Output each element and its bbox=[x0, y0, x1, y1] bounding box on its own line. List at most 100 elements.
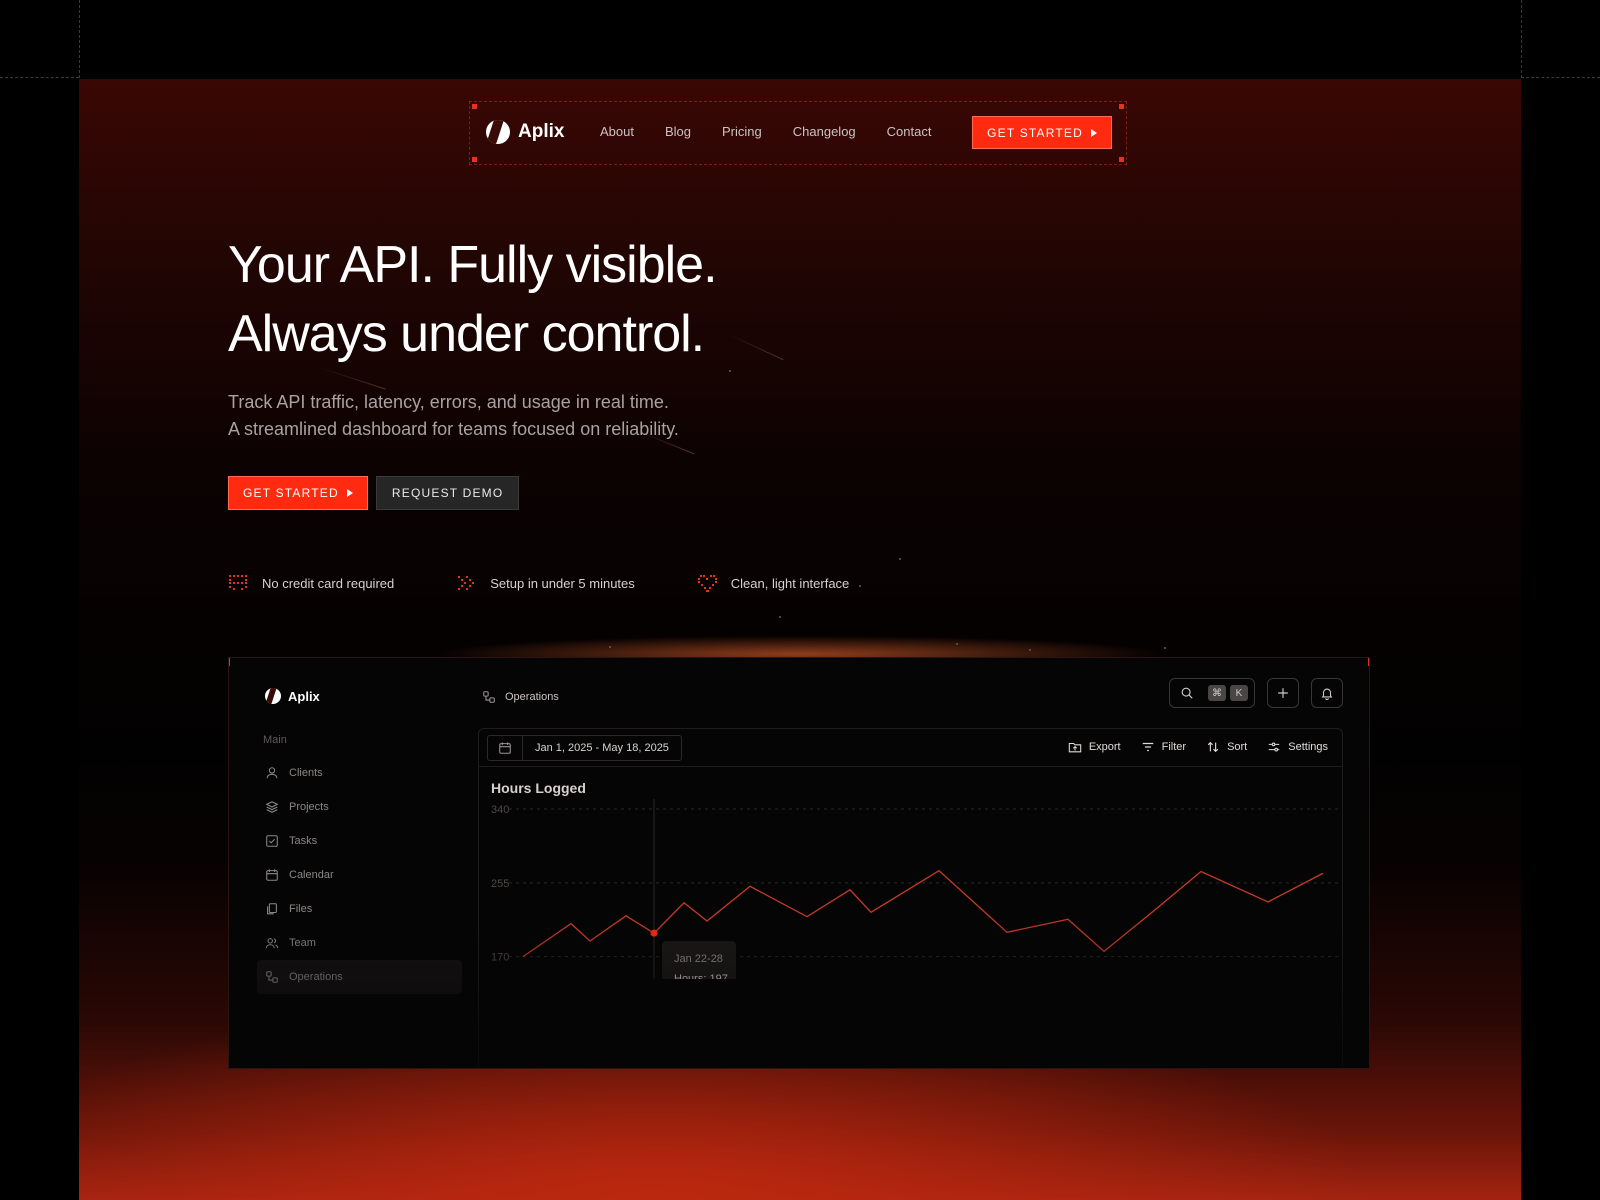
shortcut-key: ⌘ bbox=[1208, 685, 1226, 701]
brand-name: Aplix bbox=[518, 121, 565, 142]
landing-page: Aplix About Blog Pricing Changelog Conta… bbox=[79, 79, 1521, 1200]
hero-subtitle: Track API traffic, latency, errors, and … bbox=[228, 389, 679, 443]
decor-star bbox=[1029, 649, 1031, 651]
sidebar-item-files[interactable]: Files bbox=[257, 892, 462, 926]
chart-panel: Jan 1, 2025 - May 18, 2025 Export Filter bbox=[478, 728, 1343, 1068]
feature-item: No credit card required bbox=[228, 572, 394, 594]
tooltip-title: Jan 22-28 bbox=[674, 953, 723, 965]
layers-icon bbox=[265, 801, 279, 813]
panel-tools: Export Filter Sort Settings bbox=[1068, 740, 1328, 754]
brand-logo[interactable]: Aplix bbox=[486, 120, 564, 144]
sidebar-item-team[interactable]: Team bbox=[257, 926, 462, 960]
aplix-logo-icon bbox=[265, 688, 281, 704]
calendar-icon bbox=[499, 742, 511, 754]
sidebar-item-label: Calendar bbox=[289, 869, 334, 881]
hero-title-line: Always under control. bbox=[228, 305, 705, 363]
date-range-picker[interactable]: Jan 1, 2025 - May 18, 2025 bbox=[487, 735, 682, 761]
play-arrow-icon bbox=[346, 489, 353, 497]
hero-subtitle-line: A streamlined dashboard for teams focuse… bbox=[228, 419, 679, 439]
decor-star bbox=[956, 643, 958, 645]
top-actions: ⌘ K bbox=[1169, 678, 1343, 708]
button-label: REQUEST DEMO bbox=[391, 486, 504, 500]
bell-icon bbox=[1321, 688, 1333, 700]
export-label: Export bbox=[1088, 741, 1121, 753]
top-navbar: Aplix About Blog Pricing Changelog Conta… bbox=[469, 101, 1127, 165]
nav-get-started-button[interactable]: GET STARTED bbox=[972, 116, 1112, 149]
operations-icon bbox=[266, 971, 278, 983]
nav-link-about[interactable]: About bbox=[600, 124, 634, 139]
feature-item: Clean, light interface bbox=[697, 572, 850, 594]
hero-cta-group: GET STARTED REQUEST DEMO bbox=[228, 476, 520, 510]
nav-links: About Blog Pricing Changelog Contact bbox=[600, 124, 931, 139]
y-tick-label: 255 bbox=[491, 878, 509, 890]
hero-title-line: Your API. Fully visible. bbox=[228, 236, 718, 294]
sidebar-item-label: Projects bbox=[289, 801, 329, 813]
sidebar-item-projects[interactable]: Projects bbox=[257, 790, 462, 824]
sort-label: Sort bbox=[1227, 741, 1248, 753]
data-point bbox=[650, 929, 658, 937]
corner-marker bbox=[472, 104, 477, 109]
sliders-icon bbox=[1269, 742, 1280, 752]
button-label: GET STARTED bbox=[987, 125, 1083, 140]
sidebar-section-label: Main bbox=[263, 734, 287, 746]
sidebar-item-label: Operations bbox=[289, 971, 343, 983]
sidebar-item-label: Clients bbox=[289, 767, 323, 779]
sort-button[interactable]: Sort bbox=[1206, 740, 1247, 754]
decor-star bbox=[779, 616, 781, 618]
sidebar-item-label: Tasks bbox=[289, 835, 318, 847]
decor-star bbox=[609, 646, 611, 648]
settings-button[interactable]: Settings bbox=[1267, 740, 1328, 754]
fast-forward-icon bbox=[458, 576, 475, 590]
guide-line bbox=[1521, 0, 1522, 78]
filter-button[interactable]: Filter bbox=[1141, 740, 1186, 754]
sidebar-item-tasks[interactable]: Tasks bbox=[257, 824, 462, 858]
sidebar-nav: Clients Projects Tasks Calendar Files Te… bbox=[257, 756, 462, 994]
breadcrumb-label: Operations bbox=[505, 691, 559, 703]
sidebar-item-label: Team bbox=[289, 937, 316, 949]
feature-label: No credit card required bbox=[262, 575, 395, 591]
shortcut-key: K bbox=[1230, 685, 1248, 701]
nav-link-pricing[interactable]: Pricing bbox=[722, 124, 762, 139]
sidebar-item-label: Files bbox=[289, 903, 313, 915]
export-button[interactable]: Export bbox=[1068, 740, 1121, 754]
notifications-button[interactable] bbox=[1311, 678, 1343, 708]
search-button[interactable]: ⌘ K bbox=[1169, 678, 1255, 708]
nav-link-contact[interactable]: Contact bbox=[887, 124, 932, 139]
plus-icon bbox=[1278, 688, 1288, 698]
feature-label: Clean, light interface bbox=[730, 575, 850, 591]
guide-line bbox=[0, 77, 79, 78]
nav-link-changelog[interactable]: Changelog bbox=[793, 124, 856, 139]
feature-item: Setup in under 5 minutes bbox=[456, 572, 635, 594]
feature-label: Setup in under 5 minutes bbox=[490, 575, 635, 591]
credit-card-icon bbox=[229, 575, 247, 590]
decor-star bbox=[1164, 647, 1166, 649]
calendar-icon bbox=[266, 869, 278, 881]
panel-toolbar: Jan 1, 2025 - May 18, 2025 Export Filter bbox=[479, 729, 1342, 767]
date-picker-icon-wrap bbox=[488, 736, 523, 760]
sidebar-item-operations[interactable]: Operations bbox=[257, 960, 462, 994]
sidebar-item-calendar[interactable]: Calendar bbox=[257, 858, 462, 892]
tooltip-value: Hours: 197 bbox=[674, 973, 728, 979]
checkbox-icon bbox=[266, 835, 278, 847]
series-line bbox=[522, 869, 1324, 958]
hero-title: Your API. Fully visible. Always under co… bbox=[228, 231, 718, 369]
hours-logged-chart: 340 255 170 Jan 22-28 Hours: 197 bbox=[491, 799, 1341, 979]
nav-link-blog[interactable]: Blog bbox=[665, 124, 691, 139]
files-icon bbox=[267, 903, 277, 915]
date-range-value: Jan 1, 2025 - May 18, 2025 bbox=[535, 742, 669, 754]
guide-line bbox=[1521, 77, 1600, 78]
hero-get-started-button[interactable]: GET STARTED bbox=[228, 476, 368, 510]
play-arrow-icon bbox=[1091, 128, 1097, 137]
add-button[interactable] bbox=[1267, 678, 1299, 708]
dashboard-preview: Aplix Main Clients Projects Tasks Calend… bbox=[228, 657, 1370, 1069]
export-folder-icon bbox=[1068, 742, 1082, 753]
guide-line bbox=[79, 0, 80, 78]
decor-streak bbox=[728, 334, 784, 361]
breadcrumb: Operations bbox=[482, 690, 559, 704]
sidebar-brand[interactable]: Aplix bbox=[265, 688, 320, 704]
y-tick-label: 170 bbox=[491, 952, 509, 964]
request-demo-button[interactable]: REQUEST DEMO bbox=[375, 476, 520, 510]
sidebar-item-clients[interactable]: Clients bbox=[257, 756, 462, 790]
search-icon bbox=[1181, 687, 1193, 699]
sort-icon bbox=[1207, 741, 1219, 753]
